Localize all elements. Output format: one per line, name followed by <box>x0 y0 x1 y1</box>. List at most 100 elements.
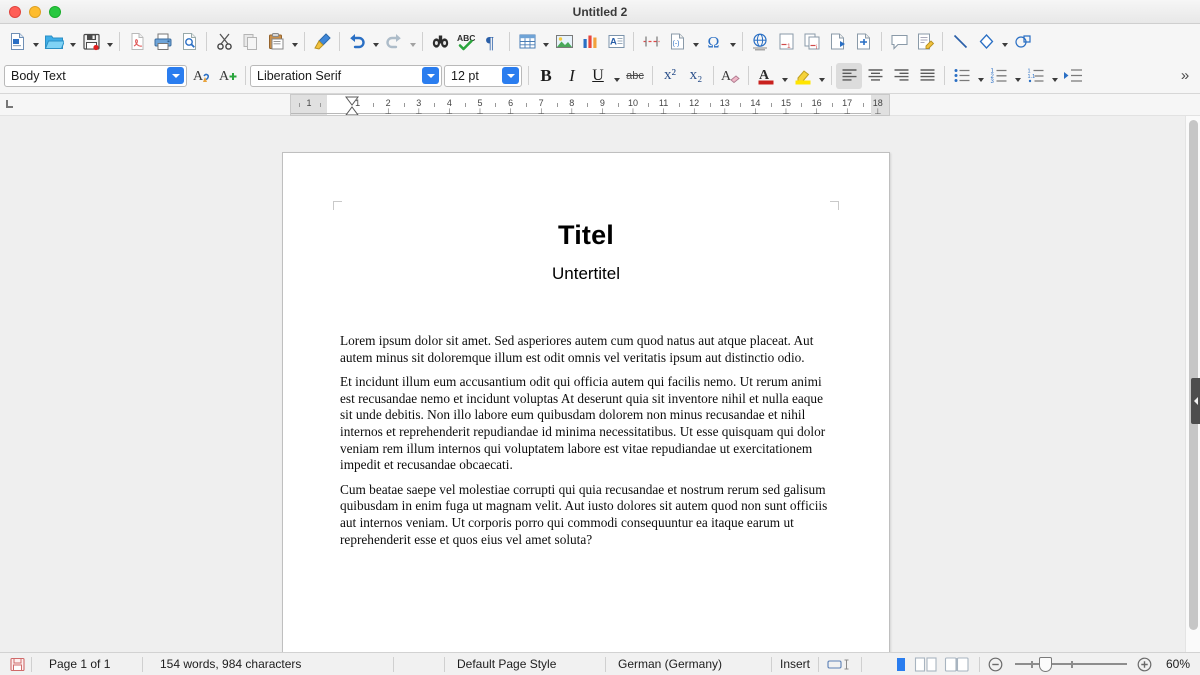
outline-format-dropdown-icon[interactable] <box>1049 63 1060 89</box>
font-size-combobox[interactable]: 12 pt <box>444 64 522 87</box>
print-preview-icon[interactable] <box>176 28 202 54</box>
paragraph-style-dropdown-icon[interactable] <box>167 67 184 84</box>
insert-textbox-icon[interactable]: A <box>603 28 629 54</box>
track-changes-icon[interactable] <box>912 28 938 54</box>
basic-shapes-dropdown-icon[interactable] <box>999 28 1010 54</box>
font-name-combobox[interactable]: Liberation Serif <box>250 64 442 87</box>
ruler-tab-stop[interactable]: ⊥ <box>844 108 851 116</box>
page-style[interactable]: Default Page Style <box>445 653 605 675</box>
ruler-tab-stop[interactable]: ⊥ <box>813 108 820 116</box>
ruler-tab-stop[interactable]: ⊥ <box>783 108 790 116</box>
ruler-tab-stop[interactable]: ⊥ <box>446 108 453 116</box>
print-icon[interactable] <box>150 28 176 54</box>
selection-mode-icon[interactable] <box>819 653 861 675</box>
basic-shapes-icon[interactable] <box>973 28 999 54</box>
ordered-list-icon[interactable]: 1 2 3 <box>986 63 1012 89</box>
footnote-icon[interactable]: 1 <box>773 28 799 54</box>
insert-field-icon[interactable]: (-) <box>664 28 690 54</box>
highlight-color-dropdown-icon[interactable] <box>816 63 827 89</box>
bookmark-icon[interactable] <box>825 28 851 54</box>
undo-dropdown-icon[interactable] <box>370 28 381 54</box>
insert-field-dropdown-icon[interactable] <box>690 28 701 54</box>
line-icon[interactable] <box>947 28 973 54</box>
insert-mode[interactable]: Insert <box>772 653 818 675</box>
ruler-tab-stop[interactable]: ⊥ <box>538 108 545 116</box>
paste-dropdown-icon[interactable] <box>289 28 300 54</box>
sidebar-show-button[interactable] <box>1191 378 1200 424</box>
document-page[interactable]: Titel Untertitel Lorem ipsum dolor sit a… <box>282 152 890 652</box>
clone-formatting-icon[interactable] <box>309 28 335 54</box>
special-character-icon[interactable]: Ω <box>701 28 727 54</box>
document-title-heading[interactable]: Titel <box>339 220 833 251</box>
redo-dropdown-icon[interactable] <box>407 28 418 54</box>
ruler-tab-stop[interactable]: ⊥ <box>691 108 698 116</box>
document-body-text[interactable]: Lorem ipsum dolor sit amet. Sed asperior… <box>340 333 835 556</box>
ruler-tab-stop[interactable]: ⊥ <box>660 108 667 116</box>
show-draw-functions-icon[interactable] <box>1010 28 1036 54</box>
clear-formatting-icon[interactable]: A <box>718 63 744 89</box>
underline-dropdown-icon[interactable] <box>611 63 622 89</box>
zoom-slider-handle[interactable] <box>1039 657 1052 672</box>
font-size-dropdown-icon[interactable] <box>502 67 519 84</box>
endnote-icon[interactable]: i <box>799 28 825 54</box>
comment-icon[interactable] <box>886 28 912 54</box>
zoom-level[interactable]: 60% <box>1158 657 1200 671</box>
zoom-slider[interactable] <box>1015 657 1127 672</box>
book-view-icon[interactable] <box>941 653 973 675</box>
body-paragraph[interactable]: Cum beatae saepe vel molestiae corrupti … <box>340 482 835 548</box>
toolbar-overflow-button[interactable]: » <box>1174 63 1196 89</box>
export-pdf-icon[interactable] <box>124 28 150 54</box>
insert-table-dropdown-icon[interactable] <box>540 28 551 54</box>
open-folder-dropdown-icon[interactable] <box>67 28 78 54</box>
open-folder-icon[interactable] <box>41 28 67 54</box>
font-name-dropdown-icon[interactable] <box>422 67 439 84</box>
align-left-icon[interactable] <box>836 62 862 89</box>
subscript-icon[interactable]: x₂ <box>683 63 709 89</box>
ruler-tab-stop[interactable]: ⊥ <box>568 108 575 116</box>
increase-indent-icon[interactable] <box>1060 63 1086 89</box>
ruler-tab-stop[interactable]: ⊥ <box>630 108 637 116</box>
insert-table-icon[interactable] <box>514 28 540 54</box>
close-window-button[interactable] <box>9 5 21 18</box>
hyperlink-icon[interactable] <box>747 28 773 54</box>
new-style-from-selection-icon[interactable]: A <box>215 63 241 89</box>
ruler-tab-stop[interactable]: ⊥ <box>752 108 759 116</box>
body-paragraph[interactable]: Lorem ipsum dolor sit amet. Sed asperior… <box>340 333 835 366</box>
document-subtitle-heading[interactable]: Untertitel <box>339 264 833 284</box>
ruler-tab-stop[interactable]: ⊥ <box>477 108 484 116</box>
formatting-marks-icon[interactable]: ¶ <box>479 28 505 54</box>
undo-icon[interactable] <box>344 28 370 54</box>
save-icon[interactable] <box>78 28 104 54</box>
word-count[interactable]: 154 words, 984 characters <box>143 653 393 675</box>
highlight-color-icon[interactable] <box>790 63 816 89</box>
bold-icon[interactable]: B <box>533 63 559 89</box>
update-selected-style-icon[interactable]: A <box>189 63 215 89</box>
find-replace-icon[interactable] <box>427 28 453 54</box>
cut-icon[interactable] <box>211 28 237 54</box>
body-paragraph[interactable]: Et incidunt illum eum accusantium odit q… <box>340 374 835 474</box>
new-document-icon[interactable] <box>4 28 30 54</box>
horizontal-ruler[interactable]: 1 1 2 ⊥ 3 ⊥ 4 ⊥ 5 ⊥ 6 ⊥ 7 ⊥ 8 ⊥ 9 ⊥ 10 ⊥ 11 ⊥ 12 ⊥ 13 ⊥ 14 ⊥ 15 ⊥ 16 ⊥ 1… <box>290 94 890 116</box>
single-page-view-icon[interactable] <box>891 653 911 675</box>
save-dropdown-icon[interactable] <box>104 28 115 54</box>
ordered-list-dropdown-icon[interactable] <box>1012 63 1023 89</box>
multi-page-view-icon[interactable] <box>911 653 941 675</box>
justified-icon[interactable] <box>914 63 940 89</box>
document-canvas[interactable]: Titel Untertitel Lorem ipsum dolor sit a… <box>0 116 1185 652</box>
font-color-dropdown-icon[interactable] <box>779 63 790 89</box>
insert-image-icon[interactable] <box>551 28 577 54</box>
zoom-in-button[interactable] <box>1135 653 1158 675</box>
outline-format-icon[interactable]: 1 1.1 <box>1023 63 1049 89</box>
paste-icon[interactable] <box>263 28 289 54</box>
italic-icon[interactable]: I <box>559 63 585 89</box>
copy-icon[interactable] <box>237 28 263 54</box>
minimize-window-button[interactable] <box>29 5 41 18</box>
strikethrough-icon[interactable]: abc <box>622 63 648 89</box>
unordered-list-dropdown-icon[interactable] <box>975 63 986 89</box>
insert-chart-icon[interactable] <box>577 28 603 54</box>
maximize-window-button[interactable] <box>49 5 61 18</box>
spelling-icon[interactable]: ABC <box>453 28 479 54</box>
ruler-tab-stop[interactable]: ⊥ <box>507 108 514 116</box>
align-center-icon[interactable] <box>862 63 888 89</box>
ruler-tab-stop[interactable]: ⊥ <box>874 108 881 116</box>
